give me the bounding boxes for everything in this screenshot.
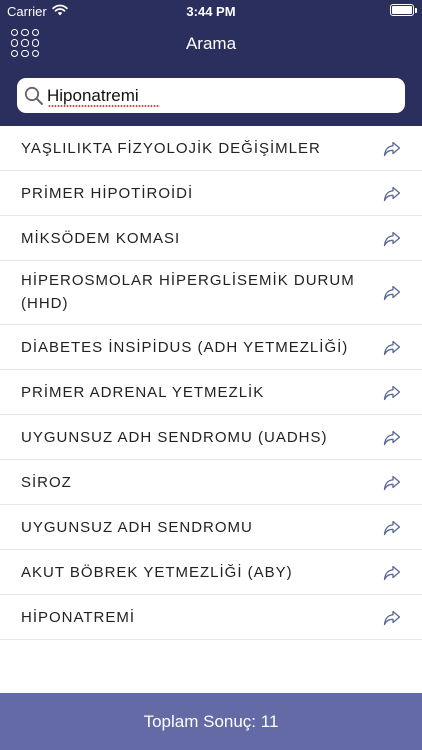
share-arrow-icon[interactable] [383,141,401,157]
result-row[interactable]: DİABETES İNSİPİDUS (ADH YETMEZLİĞİ) [0,325,422,370]
result-row[interactable]: UYGUNSUZ ADH SENDROMU [0,505,422,550]
share-arrow-icon[interactable] [383,231,401,247]
share-arrow-icon[interactable] [383,385,401,401]
status-bar: Carrier 3:44 PM [0,0,422,22]
result-label: AKUT BÖBREK YETMEZLİĞİ (ABY) [21,564,293,581]
result-label: PRİMER ADRENAL YETMEZLİK [21,384,265,401]
result-label: YAŞLILIKTA FİZYOLOJİK DEĞİŞİMLER [21,140,321,157]
result-row[interactable]: PRİMER HİPOTİROİDİ [0,171,422,216]
search-bar[interactable] [17,78,405,113]
status-time: 3:44 PM [186,4,236,19]
share-arrow-icon[interactable] [383,565,401,581]
result-row[interactable]: HİPONATREMİ [0,595,422,640]
share-arrow-icon[interactable] [383,285,401,301]
result-row[interactable]: HİPEROSMOLAR HİPERGLİSEMİK DURUM (HHD) [0,261,422,325]
result-label: MİKSÖDEM KOMASI [21,230,181,247]
result-label: UYGUNSUZ ADH SENDROMU [21,519,253,536]
share-arrow-icon[interactable] [383,186,401,202]
search-input[interactable] [47,78,387,113]
result-row[interactable]: PRİMER ADRENAL YETMEZLİK [0,370,422,415]
result-label: SİROZ [21,474,72,491]
result-label: HİPEROSMOLAR HİPERGLİSEMİK DURUM (HHD) [21,272,355,312]
result-row[interactable]: UYGUNSUZ ADH SENDROMU (UADHS) [0,415,422,460]
share-arrow-icon[interactable] [383,475,401,491]
total-results-label: Toplam Sonuç: 11 [143,712,279,731]
result-row[interactable]: AKUT BÖBREK YETMEZLİĞİ (ABY) [0,550,422,595]
spellcheck-underline [48,105,160,107]
battery-icon [390,4,417,16]
share-arrow-icon[interactable] [383,430,401,446]
share-arrow-icon[interactable] [383,340,401,356]
share-arrow-icon[interactable] [383,610,401,626]
result-label: HİPONATREMİ [21,609,136,626]
share-arrow-icon[interactable] [383,520,401,536]
navigation-header: Carrier 3:44 PM Arama [0,0,422,126]
result-row[interactable]: SİROZ [0,460,422,505]
result-label: DİABETES İNSİPİDUS (ADH YETMEZLİĞİ) [21,339,349,356]
result-label: PRİMER HİPOTİROİDİ [21,185,194,202]
result-row[interactable]: YAŞLILIKTA FİZYOLOJİK DEĞİŞİMLER [0,126,422,171]
search-results-list: YAŞLILIKTA FİZYOLOJİK DEĞİŞİMLER PRİMER H… [0,126,422,640]
result-label: UYGUNSUZ ADH SENDROMU (UADHS) [21,429,328,446]
results-footer: Toplam Sonuç: 11 [0,693,422,750]
result-row[interactable]: MİKSÖDEM KOMASI [0,216,422,261]
search-icon [24,86,43,105]
page-title: Arama [185,34,237,53]
